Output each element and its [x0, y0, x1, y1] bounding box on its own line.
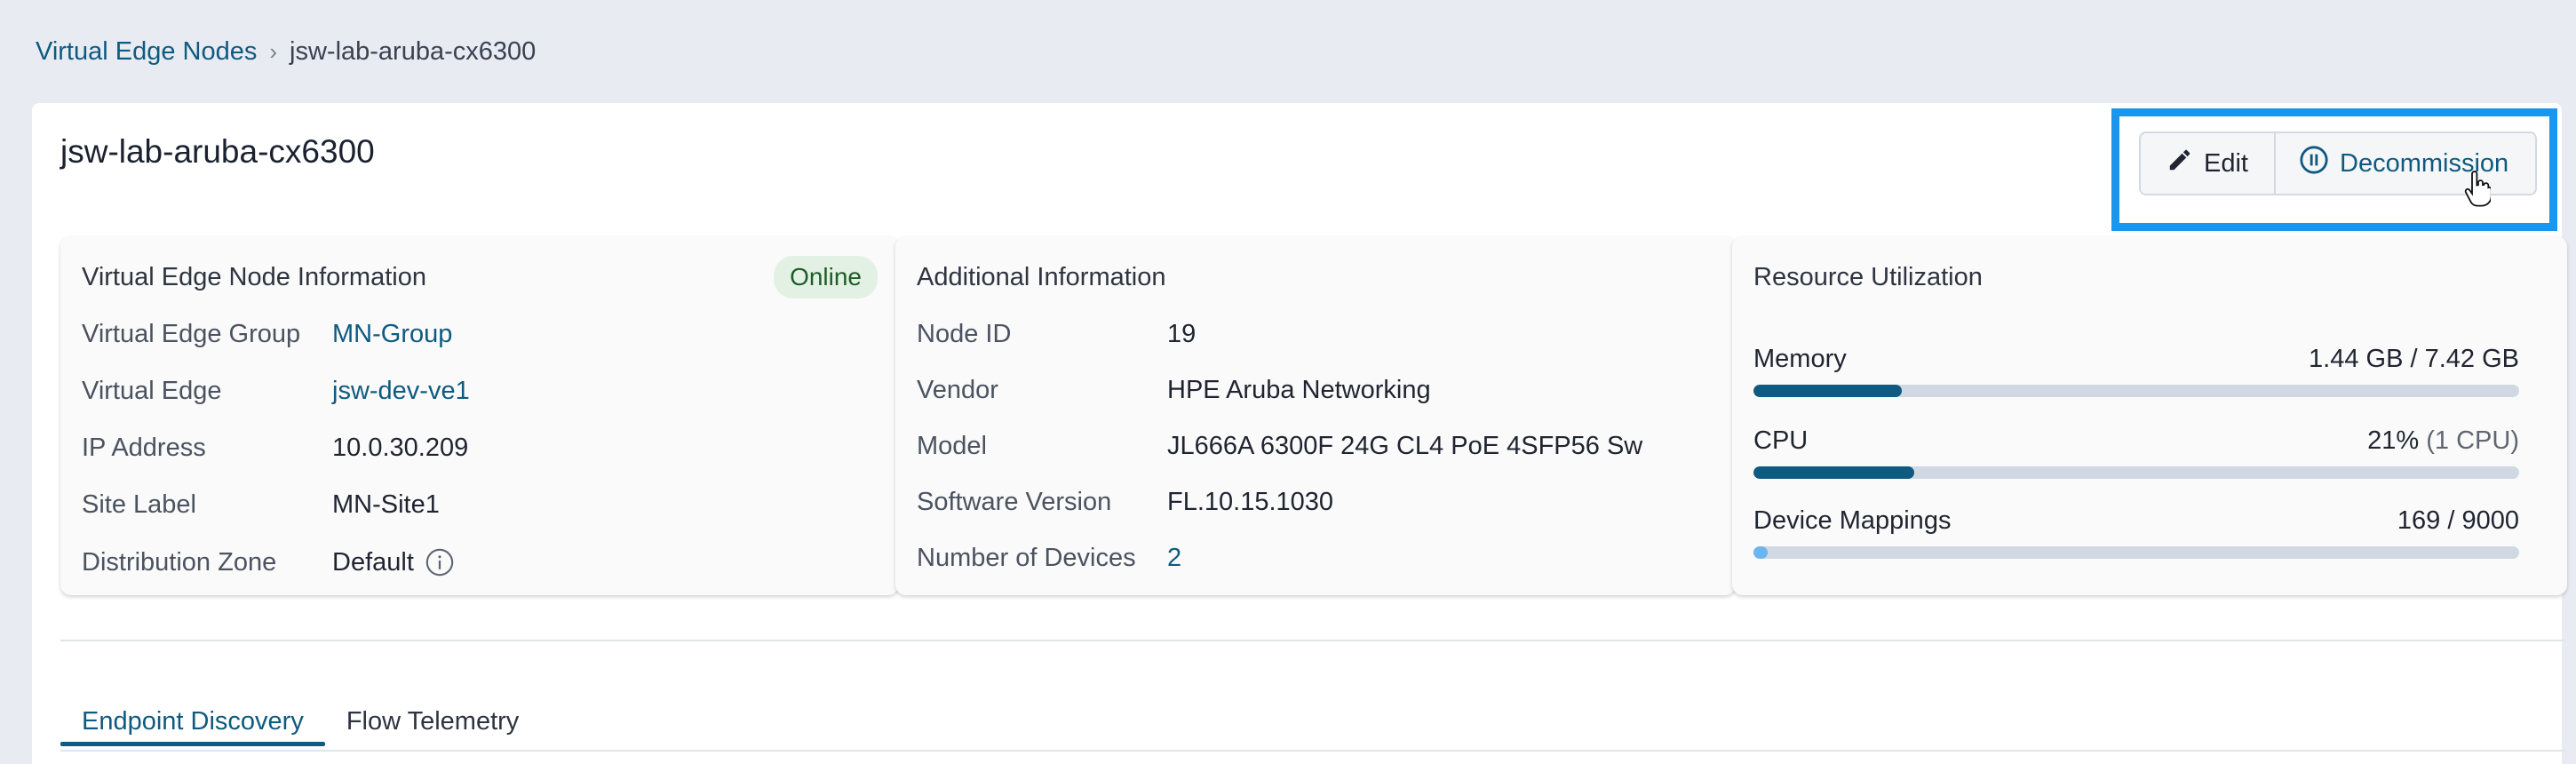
row-label: Distribution Zone: [82, 547, 277, 577]
tab-bar-underline: [60, 750, 2565, 752]
row-label: Virtual Edge Group: [82, 320, 301, 348]
info-row-virtual-edge: Virtual Edge jsw-dev-ve1: [82, 377, 470, 406]
row-value: FL.10.15.1030: [1167, 488, 1334, 516]
util-name: Memory: [1753, 345, 1847, 373]
edit-button[interactable]: Edit: [2141, 133, 2276, 194]
tab-bar: Endpoint Discovery Flow Telemetry: [60, 689, 540, 746]
util-device-mappings: Device Mappings 169 / 9000: [1753, 506, 2519, 559]
edit-button-label: Edit: [2204, 148, 2248, 178]
virtual-edge-link[interactable]: jsw-dev-ve1: [332, 377, 470, 406]
tab-endpoint-discovery[interactable]: Endpoint Discovery: [60, 689, 325, 746]
info-icon[interactable]: [425, 547, 455, 577]
info-row-number-of-devices: Number of Devices 2: [917, 544, 1181, 573]
card-title: Additional Information: [917, 263, 1166, 291]
util-memory: Memory 1.44 GB / 7.42 GB: [1753, 345, 2519, 397]
util-value: 169 / 9000: [2397, 506, 2519, 535]
info-row-ip-address: IP Address 10.0.30.209: [82, 434, 468, 463]
row-value: MN-Site1: [332, 490, 440, 519]
util-value: 1.44 GB / 7.42 GB: [2309, 345, 2519, 373]
info-row-vendor: Vendor HPE Aruba Networking: [917, 376, 1431, 405]
pause-circle-icon: [2299, 145, 2329, 182]
progress-fill: [1753, 466, 1915, 479]
card-title: Virtual Edge Node Information: [82, 263, 426, 291]
virtual-edge-group-link[interactable]: MN-Group: [332, 320, 452, 349]
additional-information-card: Additional Information Node ID 19 Vendor…: [895, 236, 1736, 595]
util-cpu: CPU 21% (1 CPU): [1753, 426, 2519, 479]
virtual-edge-node-info-card: Virtual Edge Node Information Online Vir…: [60, 236, 899, 595]
page-title: jsw-lab-aruba-cx6300: [60, 133, 375, 170]
breadcrumb-current: jsw-lab-aruba-cx6300: [290, 37, 537, 66]
info-row-virtual-edge-group: Virtual Edge Group MN-Group: [82, 320, 452, 349]
hand-pointer-icon: [2464, 171, 2493, 212]
breadcrumb-link-virtual-edge-nodes[interactable]: Virtual Edge Nodes: [36, 37, 257, 67]
row-value: 10.0.30.209: [332, 434, 469, 462]
util-name: Device Mappings: [1753, 506, 1952, 535]
device-mappings-progress-bar: [1753, 546, 2519, 559]
progress-fill: [1753, 385, 1903, 397]
pencil-icon: [2167, 147, 2193, 180]
row-value: 19: [1167, 320, 1197, 348]
row-label: IP Address: [82, 434, 206, 462]
memory-progress-bar: [1753, 385, 2519, 397]
row-label: Model: [917, 432, 987, 460]
info-row-model: Model JL666A 6300F 24G CL4 PoE 4SFP56 Sw: [917, 432, 1642, 461]
number-of-devices-link[interactable]: 2: [1167, 544, 1181, 573]
row-label: Site Label: [82, 490, 196, 519]
util-name: CPU: [1753, 426, 1809, 455]
resource-utilization-card: Resource Utilization Memory 1.44 GB / 7.…: [1732, 236, 2567, 595]
node-detail-panel: jsw-lab-aruba-cx6300 Edit Decommission V…: [32, 103, 2567, 764]
info-row-site-label: Site Label MN-Site1: [82, 490, 440, 520]
progress-fill: [1753, 546, 1769, 559]
section-divider: [60, 640, 2565, 641]
card-title: Resource Utilization: [1753, 263, 1983, 291]
info-row-software-version: Software Version FL.10.15.1030: [917, 488, 1333, 517]
status-badge: Online: [774, 256, 878, 298]
row-label: Vendor: [917, 376, 998, 404]
info-row-distribution-zone: Distribution Zone Default: [82, 547, 455, 577]
util-value: 21% (1 CPU): [2367, 426, 2519, 455]
row-label: Software Version: [917, 488, 1112, 516]
row-value: Default: [332, 547, 414, 577]
row-value: HPE Aruba Networking: [1167, 376, 1431, 404]
info-row-node-id: Node ID 19: [917, 320, 1196, 349]
breadcrumb-separator: ›: [269, 38, 278, 65]
tab-flow-telemetry[interactable]: Flow Telemetry: [325, 689, 540, 746]
row-label: Virtual Edge: [82, 377, 222, 405]
row-label: Number of Devices: [917, 544, 1136, 572]
breadcrumb: Virtual Edge Nodes › jsw-lab-aruba-cx630…: [36, 37, 536, 67]
row-value: JL666A 6300F 24G CL4 PoE 4SFP56 Sw: [1167, 432, 1643, 460]
decommission-button[interactable]: Decommission: [2276, 133, 2535, 194]
row-label: Node ID: [917, 320, 1012, 348]
cpu-progress-bar: [1753, 466, 2519, 479]
